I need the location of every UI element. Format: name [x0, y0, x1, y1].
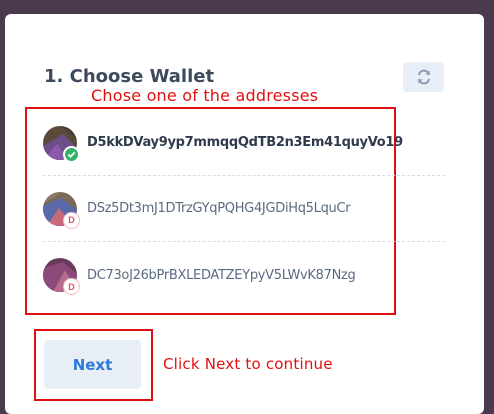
refresh-button[interactable] [403, 62, 444, 92]
wallet-list: D5kkDVay9yp7mmqqQdTB2n3Em41quyVo19 D DSz… [43, 110, 445, 308]
wallet-type-badge: D [63, 278, 80, 295]
wallet-avatar: D [43, 191, 80, 229]
wallet-item[interactable]: D DC73oJ26bPrBXLEDATZEYpyV5LWvK87Nzg [43, 242, 445, 308]
wallet-address: D5kkDVay9yp7mmqqQdTB2n3Em41quyVo19 [87, 135, 403, 150]
next-annotation: Click Next to continue [163, 355, 333, 373]
selected-check-icon [63, 145, 80, 163]
wallet-avatar [43, 125, 80, 163]
refresh-icon [417, 69, 430, 85]
wallet-address: DSz5Dt3mJ1DTrzGYqPQHG4JGDiHq5LquCr [87, 201, 351, 216]
wallet-address: DC73oJ26bPrBXLEDATZEYpyV5LWvK87Nzg [87, 267, 356, 283]
wallet-avatar: D [43, 258, 80, 295]
wallet-type-badge: D [63, 211, 80, 229]
wallet-item[interactable]: D5kkDVay9yp7mmqqQdTB2n3Em41quyVo19 [43, 110, 445, 176]
wallet-item[interactable]: D DSz5Dt3mJ1DTrzGYqPQHG4JGDiHq5LquCr [43, 176, 445, 242]
section-title: 1. Choose Wallet [44, 66, 215, 87]
choose-address-annotation: Chose one of the addresses [91, 86, 319, 105]
next-button[interactable]: Next [44, 340, 141, 389]
